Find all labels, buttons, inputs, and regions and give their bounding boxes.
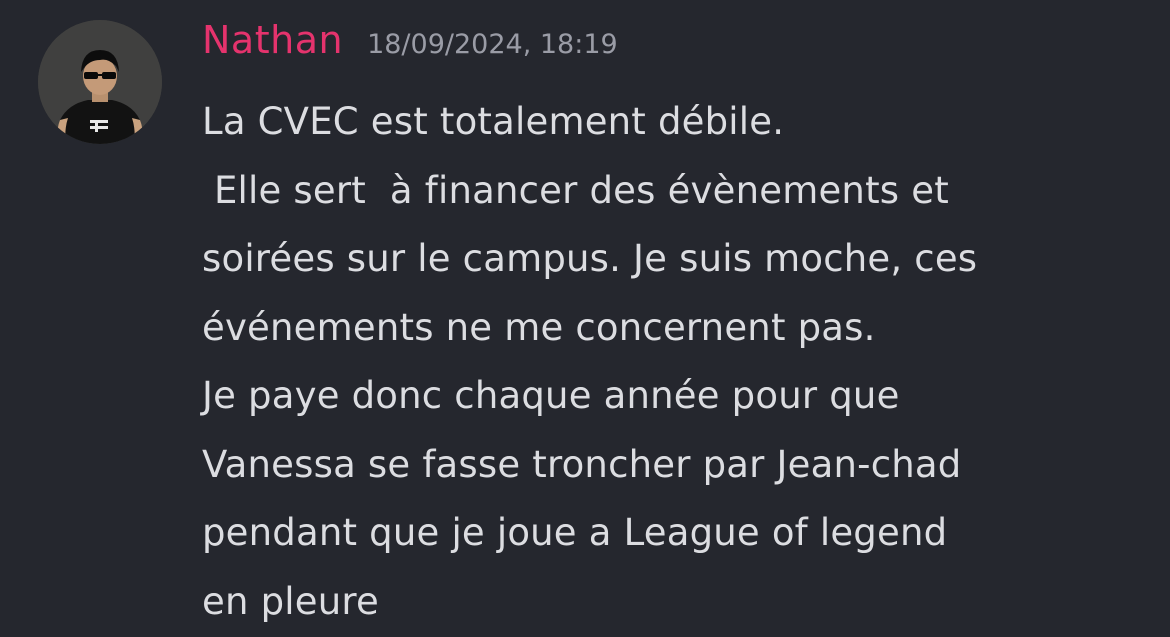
message-line: pendant que je joue a League of legend [202,511,948,554]
username[interactable]: Nathan [202,18,343,62]
message-content: La CVEC est totalement débile. Elle sert… [202,88,1152,636]
message-line: Vanessa se fasse troncher par Jean-chad [202,442,962,486]
message-header: Nathan 18/09/2024, 18:19 [202,18,618,74]
timestamp: 18/09/2024, 18:19 [367,29,618,60]
message-line: Elle sert à financer des évènements et [202,168,949,212]
message-line: Je paye donc chaque année pour que [202,374,900,417]
chat-message: Nathan 18/09/2024, 18:19 La CVEC est tota… [0,0,1170,637]
user-avatar[interactable] [38,20,162,144]
message-line: La CVEC est totalement débile. [202,100,785,143]
message-line: événements ne me concernent pas. [202,305,876,349]
message-line: en pleure [202,579,379,623]
avatar-image [38,20,162,144]
message-line: soirées sur le campus. Je suis moche, ce… [202,237,978,280]
